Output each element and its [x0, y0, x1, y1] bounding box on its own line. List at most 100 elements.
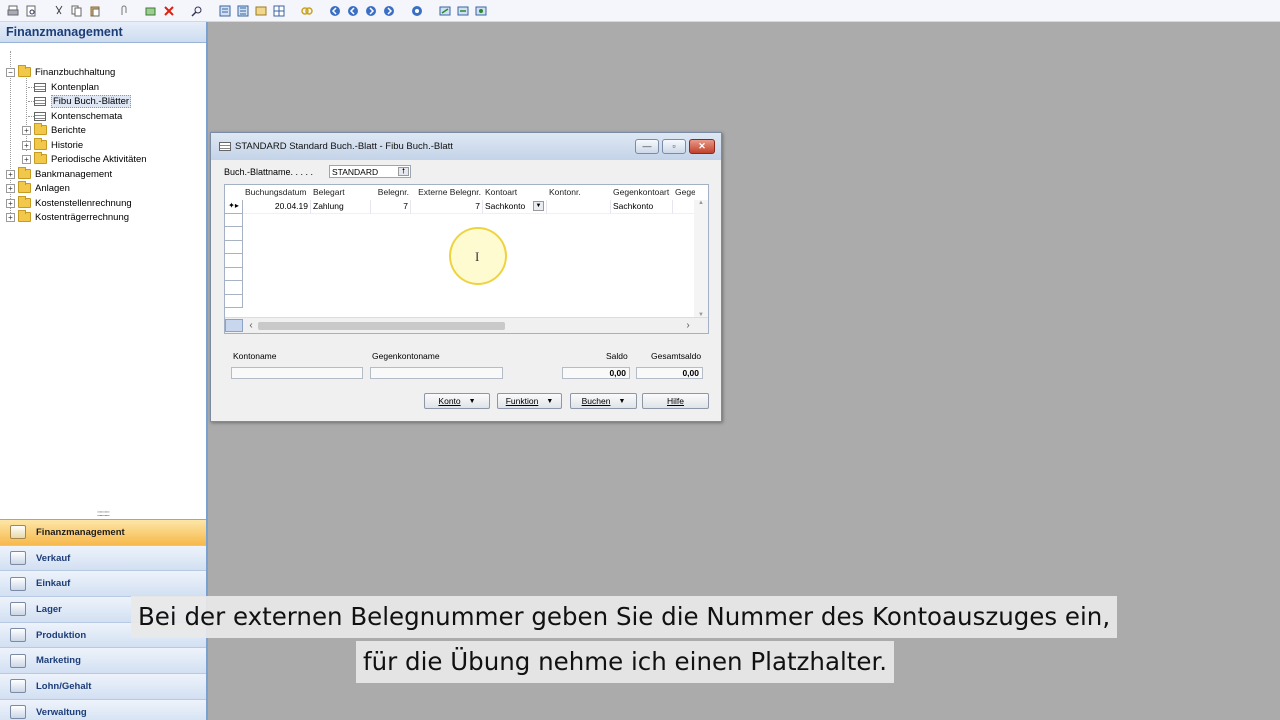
expand-icon[interactable]: + [6, 212, 15, 222]
row-marker[interactable] [225, 227, 243, 241]
folder-icon [18, 65, 31, 77]
window-icon [219, 142, 231, 151]
module-einkauf[interactable]: Einkauf [0, 570, 206, 597]
cell-kontoart[interactable]: Sachkonto ▼ [483, 200, 547, 214]
tree-item-fibu-buch-blaetter[interactable]: Fibu Buch.-Blätter [34, 94, 132, 108]
search-icon[interactable] [190, 4, 204, 18]
next-icon[interactable] [364, 4, 378, 18]
export-icon[interactable] [438, 4, 452, 18]
tree-item-historie[interactable]: + Historie [22, 138, 83, 152]
toolbar [0, 0, 1280, 22]
cell-gegenkontonr[interactable] [673, 200, 695, 214]
expand-icon[interactable]: + [6, 169, 15, 179]
scroll-left-icon[interactable]: ‹ [245, 318, 257, 333]
button-label: Funktion [505, 396, 539, 406]
first-icon[interactable] [328, 4, 342, 18]
minimize-button[interactable]: — [635, 139, 659, 154]
refresh-icon[interactable] [456, 4, 470, 18]
prev-icon[interactable] [346, 4, 360, 18]
row-marker[interactable] [225, 240, 243, 254]
print-icon[interactable] [6, 4, 20, 18]
delete-icon[interactable] [162, 4, 176, 18]
hilfe-button[interactable]: Hilfe [642, 393, 709, 409]
konto-button[interactable]: Konto ▼ [424, 393, 490, 409]
col-belegart[interactable]: Belegart [311, 185, 371, 200]
module-marketing[interactable]: Marketing [0, 647, 206, 674]
tree-item-berichte[interactable]: + Berichte [22, 123, 86, 137]
module-label: Verkauf [36, 552, 71, 564]
tree-item-finanzbuchhaltung[interactable]: − Finanzbuchhaltung [6, 65, 115, 79]
module-lohn-gehalt[interactable]: Lohn/Gehalt [0, 673, 206, 699]
cell-belegnr[interactable]: 7 [371, 200, 411, 214]
expand-icon[interactable]: + [22, 125, 31, 135]
col-belegnr[interactable]: Belegnr. [371, 185, 411, 200]
saldo-label: Saldo [606, 351, 628, 361]
collapse-icon[interactable]: − [6, 67, 15, 77]
vertical-scrollbar[interactable]: ▲ ▼ [694, 200, 708, 318]
cell-kontonr[interactable] [547, 200, 611, 214]
cell-buchungsdatum[interactable]: 20.04.19 [243, 200, 311, 214]
row-marker[interactable]: ✦▸ [225, 200, 243, 214]
maximize-button[interactable]: ▫ [662, 139, 686, 154]
view-icon[interactable] [218, 4, 232, 18]
tree-item-bankmanagement[interactable]: + Bankmanagement [6, 167, 112, 181]
find-icon[interactable] [144, 4, 158, 18]
folder-icon [34, 123, 47, 135]
cell-belegart[interactable]: Zahlung [311, 200, 371, 214]
table-row[interactable]: 20.04.19 Zahlung 7 7 Sachkonto ▼ Sachkon… [243, 200, 695, 214]
cell-gegenkontoart[interactable]: Sachkonto [611, 200, 673, 214]
tree-item-periodische-aktivitaeten[interactable]: + Periodische Aktivitäten [22, 152, 147, 166]
funktion-button[interactable]: Funktion ▼ [497, 393, 562, 409]
preview-icon[interactable] [24, 4, 38, 18]
tree-item-anlagen[interactable]: + Anlagen [6, 181, 70, 195]
module-label: Produktion [36, 629, 87, 641]
col-buchungsdatum[interactable]: Buchungsdatum [243, 185, 311, 200]
row-marker[interactable] [225, 267, 243, 281]
row-marker[interactable] [225, 281, 243, 295]
cell-externe-belegnr[interactable]: 7 [411, 200, 483, 214]
cut-icon[interactable] [52, 4, 66, 18]
buchen-button[interactable]: Buchen ▼ [570, 393, 637, 409]
lookup-arrow-icon[interactable]: 🠕 [398, 167, 409, 176]
scrollbar-thumb[interactable] [258, 322, 505, 330]
col-externe-belegnr[interactable]: Externe Belegnr. [411, 185, 483, 200]
expand-icon[interactable]: + [22, 140, 31, 150]
scroll-right-icon[interactable]: › [682, 318, 694, 333]
close-button[interactable]: ✕ [689, 139, 715, 154]
module-verwaltung[interactable]: Verwaltung [0, 698, 206, 720]
expand-icon[interactable]: + [6, 198, 15, 208]
tree-item-kostentraegerrechnung[interactable]: + Kostenträgerrechnung [6, 210, 129, 224]
card-icon[interactable] [254, 4, 268, 18]
row-marker[interactable] [225, 213, 243, 227]
module-verkauf[interactable]: Verkauf [0, 544, 206, 571]
expand-icon[interactable]: + [6, 183, 15, 193]
col-kontonr[interactable]: Kontonr. [547, 185, 611, 200]
row-marker[interactable] [225, 294, 243, 308]
dropdown-arrow-icon[interactable]: ▼ [533, 201, 544, 211]
tree-item-kontenschemata[interactable]: Kontenschemata [34, 109, 122, 123]
list-icon[interactable] [236, 4, 250, 18]
tree-item-kostenstellenrechnung[interactable]: + Kostenstellenrechnung [6, 196, 132, 210]
go-icon[interactable] [410, 4, 424, 18]
link-icon[interactable] [300, 4, 314, 18]
col-gegenkontonr[interactable]: Gege [673, 185, 695, 200]
page-icon [34, 111, 46, 121]
attach-icon[interactable] [116, 4, 130, 18]
module-finanzmanagement[interactable]: Finanzmanagement [0, 519, 206, 545]
scroll-up-icon[interactable]: ▲ [694, 200, 708, 206]
settings-icon[interactable] [474, 4, 488, 18]
horizontal-scrollbar[interactable]: ‹ › [225, 317, 708, 333]
copy-icon[interactable] [70, 4, 84, 18]
tree-item-kontenplan[interactable]: Kontenplan [34, 80, 99, 94]
journal-name-field[interactable]: STANDARD 🠕 [329, 165, 411, 178]
col-kontoart[interactable]: Kontoart [483, 185, 547, 200]
row-marker[interactable] [225, 254, 243, 268]
journal-name-row: Buch.-Blattname. . . . . STANDARD 🠕 [224, 165, 411, 178]
button-label: Hilfe [666, 396, 684, 406]
table-icon[interactable] [272, 4, 286, 18]
paste-icon[interactable] [88, 4, 102, 18]
col-gegenkontoart[interactable]: Gegenkontoart [611, 185, 673, 200]
expand-icon[interactable]: + [22, 154, 31, 164]
last-icon[interactable] [382, 4, 396, 18]
module-label: Verwaltung [36, 706, 87, 718]
